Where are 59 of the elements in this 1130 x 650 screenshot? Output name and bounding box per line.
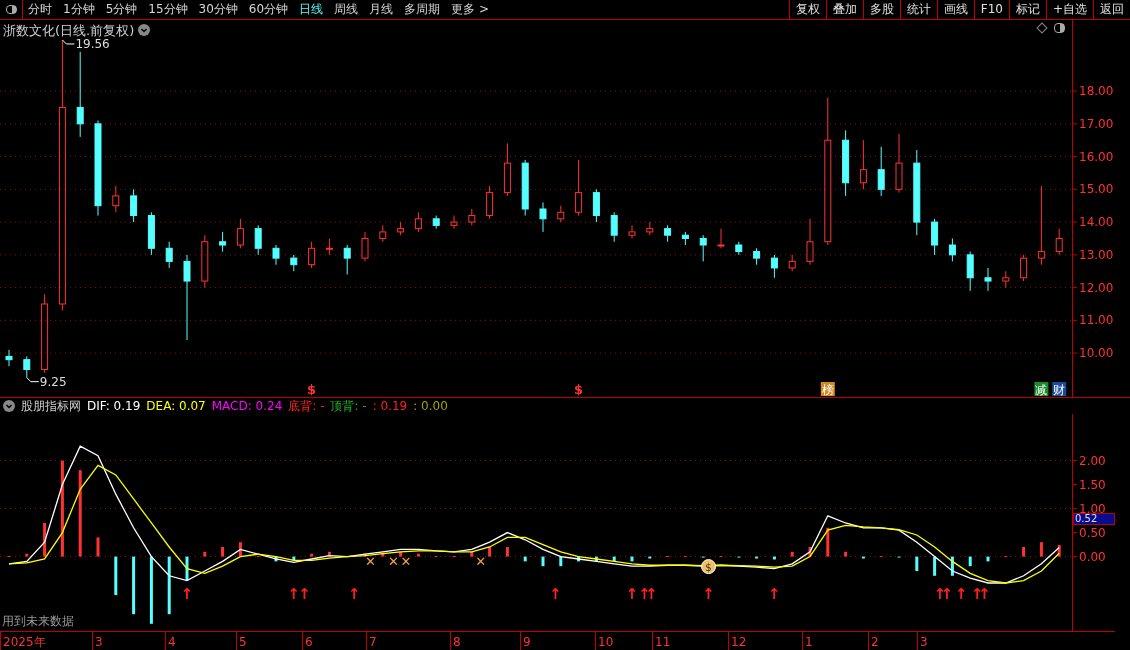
event-badge: 榜: [820, 381, 835, 397]
axis-label: 11.00: [1079, 312, 1114, 327]
indicator-readout: : 0.19: [372, 397, 408, 415]
indicator-readout: DIF: 0.19: [87, 397, 141, 415]
date-label: 2025年: [3, 634, 46, 649]
date-label: 9: [523, 634, 531, 649]
date-label: 10: [598, 634, 614, 649]
axis-label: 15.00: [1079, 181, 1114, 196]
axis-label: 1.50: [1079, 477, 1106, 492]
up-arrow-icon: ↑: [955, 584, 968, 603]
axis-label: 18.00: [1079, 83, 1114, 98]
indicator-readout: : 0.00: [413, 397, 448, 415]
up-arrow-icon: ↑: [768, 584, 781, 603]
chart-title: 浙数文化(日线.前复权): [3, 21, 135, 39]
indicator-readout: MACD: 0.24: [211, 397, 283, 415]
axis-label: 14.00: [1079, 214, 1114, 229]
up-arrow-icon: ↑: [298, 584, 311, 603]
event-marker: $: [307, 381, 317, 397]
date-label: 1: [805, 634, 813, 649]
up-arrow-icon: ↑: [549, 584, 562, 603]
date-label: 11: [655, 634, 671, 649]
price-label: 9.25: [39, 374, 67, 389]
axis-label: 12.00: [1079, 280, 1114, 295]
date-label: 6: [305, 634, 313, 649]
price-label: 19.56: [75, 36, 110, 51]
date-label: 8: [453, 634, 461, 649]
up-arrow-icon: ↑: [348, 584, 361, 603]
indicator-readout: 顶背: -: [330, 397, 367, 415]
up-arrow-icon: ↑: [180, 584, 194, 603]
indicator-readout: 底背: -: [288, 397, 325, 415]
axis-label: 10.00: [1079, 345, 1114, 360]
up-arrow-icon: ↑: [625, 584, 639, 603]
date-label: 3: [920, 634, 928, 649]
axis-label: 0.00: [1079, 549, 1106, 564]
date-label: 7: [369, 634, 377, 649]
event-badge: 财: [1052, 381, 1067, 397]
cross-icon: ✕: [364, 553, 376, 569]
up-arrow-icon: ↑: [287, 584, 301, 603]
cross-icon: ✕: [388, 553, 399, 569]
axis-label: 2.00: [1079, 453, 1106, 468]
up-arrow-icon: ↑: [702, 584, 715, 603]
date-label: 4: [168, 634, 176, 649]
coin-icon: $: [701, 558, 717, 574]
event-badge: 减: [1034, 381, 1049, 397]
date-label: 3: [95, 634, 103, 649]
date-label: 2: [871, 634, 879, 649]
axis-label: 13.00: [1079, 247, 1114, 262]
cross-icon: ✕: [400, 553, 412, 569]
current-value-label: 0.52: [1073, 512, 1115, 525]
axis-label: 17.00: [1079, 116, 1114, 131]
axis-label: 0.50: [1079, 525, 1106, 540]
date-label: 5: [239, 634, 247, 649]
event-marker: $: [574, 381, 584, 397]
indicator-title: 股朋指标网: [21, 397, 81, 415]
indicator-readout: DEA: 0.07: [146, 397, 206, 415]
date-label: 12: [731, 634, 747, 649]
warning-note: 用到未来数据: [2, 612, 74, 630]
axis-label: 16.00: [1079, 149, 1114, 164]
cross-icon: ✕: [475, 553, 487, 569]
